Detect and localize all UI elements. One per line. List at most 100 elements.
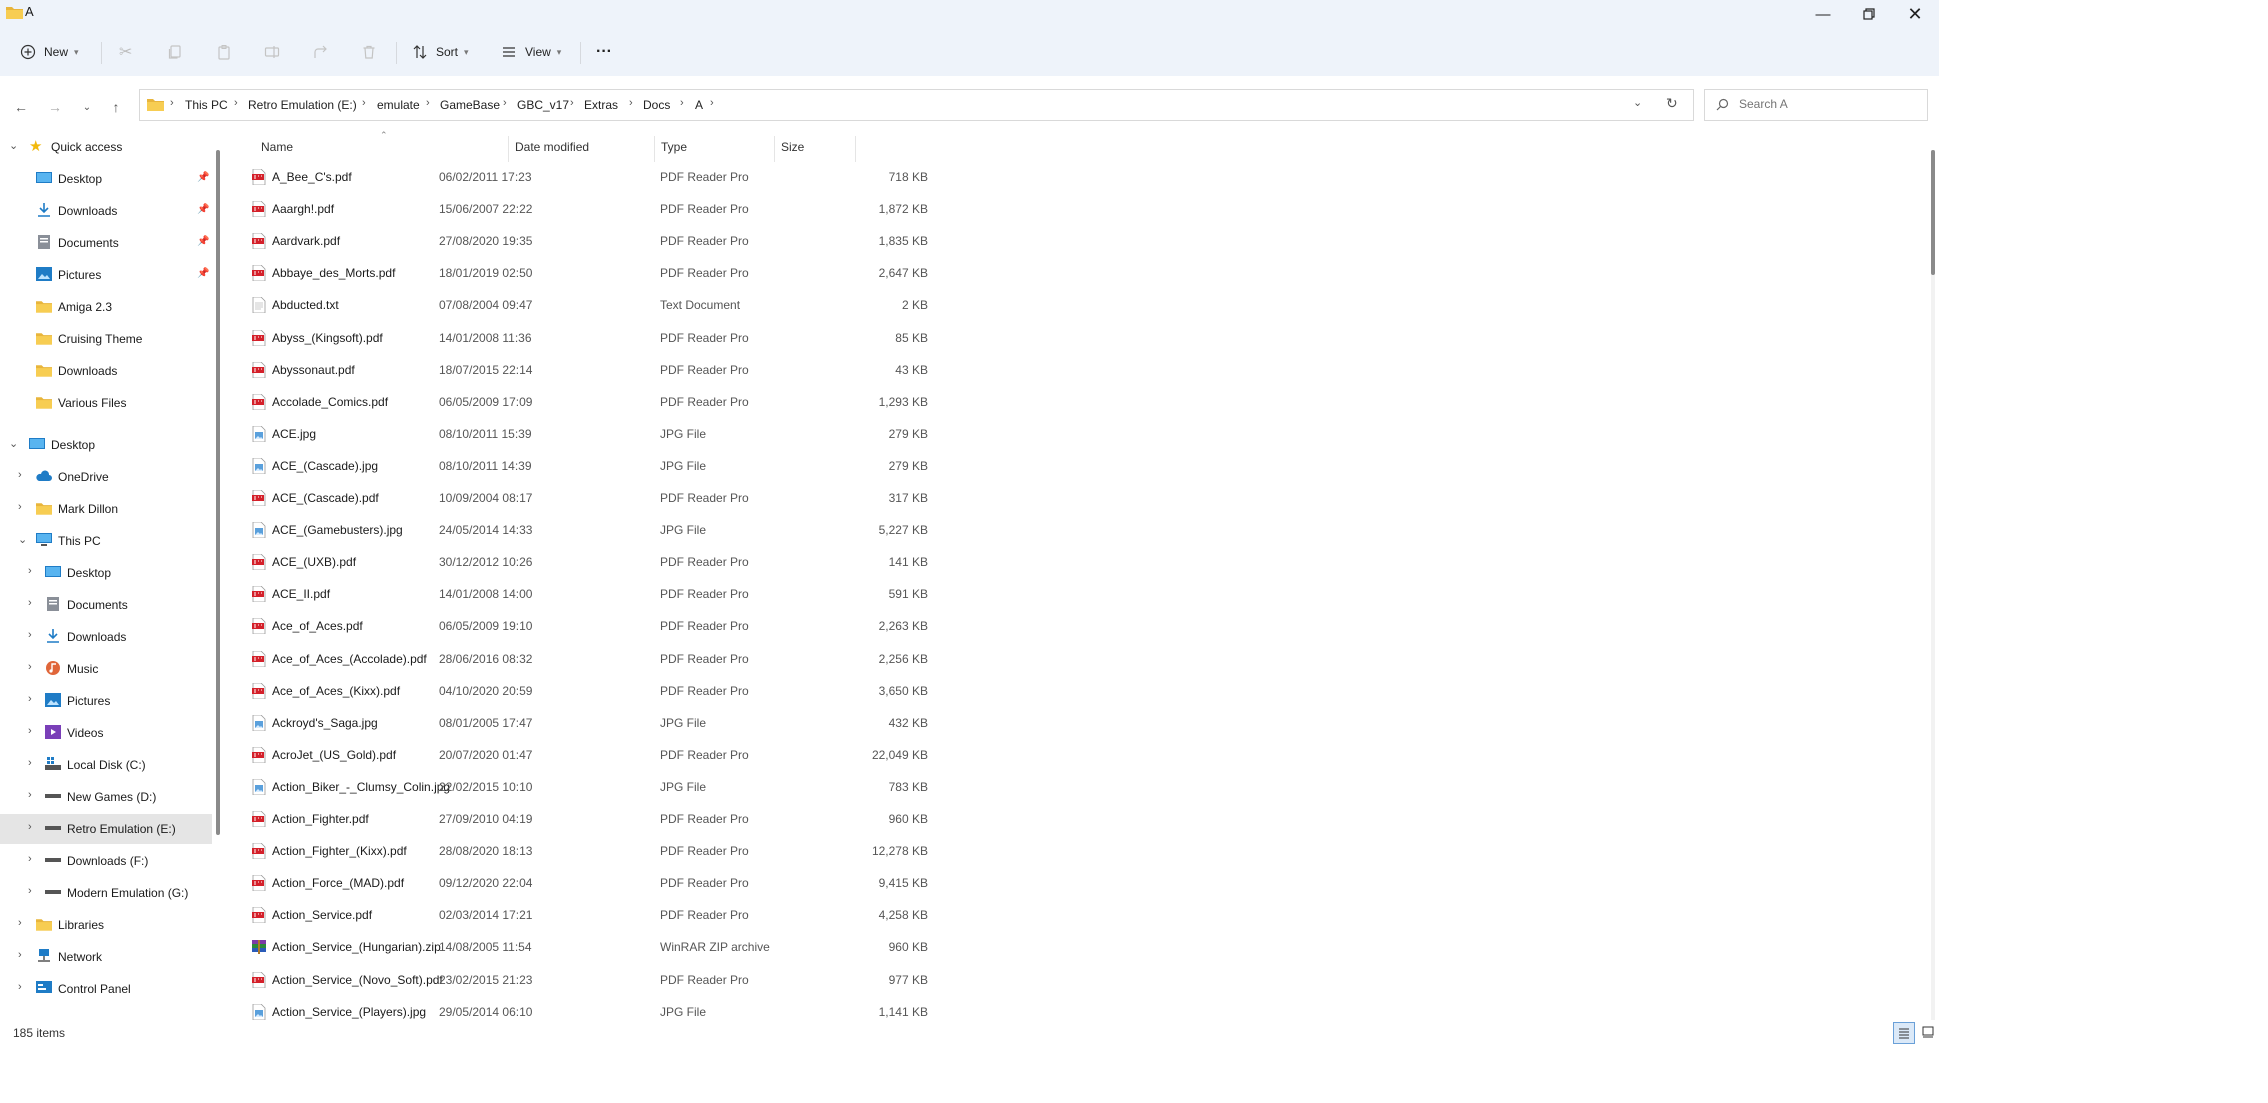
file-type: PDF Reader Pro bbox=[660, 908, 749, 923]
file-row[interactable]: ACE_(Gamebusters).jpg 24/05/2014 14:33 JPG… bbox=[245, 515, 1085, 545]
breadcrumb-emulate[interactable]: emulate bbox=[377, 98, 420, 112]
column-header-name[interactable]: Name bbox=[261, 140, 293, 154]
file-row[interactable]: Action_Service_(Novo_Soft).pdf 23/02/2015… bbox=[245, 965, 1085, 995]
file-row[interactable]: Aaargh!.pdf 15/06/2007 22:22 PDF Reader Pr… bbox=[245, 194, 1085, 224]
nav-pc-downloads[interactable]: › Downloads bbox=[0, 622, 212, 652]
file-row[interactable]: AcroJet_(US_Gold).pdf 20/07/2020 01:47 PDF… bbox=[245, 740, 1085, 770]
nav-pc-retro-emulation-e[interactable]: › Retro Emulation (E:) bbox=[0, 814, 212, 844]
file-row[interactable]: Abbaye_des_Morts.pdf 18/01/2019 02:50 PDF … bbox=[245, 258, 1085, 288]
nav-quick-downloads[interactable]: Downloads 📌 bbox=[0, 196, 212, 226]
large-icons-view-button[interactable] bbox=[1918, 1022, 1938, 1042]
breadcrumb-retro-emulation[interactable]: Retro Emulation (E:) bbox=[248, 98, 357, 112]
nav-user-folder[interactable]: › Mark Dillon bbox=[0, 494, 212, 524]
file-name: ACE_II.pdf bbox=[272, 587, 331, 602]
nav-pc-downloads-f[interactable]: › Downloads (F:) bbox=[0, 846, 212, 876]
nav-quick-amiga[interactable]: Amiga 2.3 bbox=[0, 292, 212, 322]
nav-desktop[interactable]: ⌄ Desktop bbox=[0, 430, 212, 460]
column-header-type[interactable]: Type bbox=[661, 140, 687, 154]
file-row[interactable]: Ace_of_Aces_(Kixx).pdf 04/10/2020 20:59 PD… bbox=[245, 676, 1085, 706]
file-row[interactable]: Accolade_Comics.pdf 06/05/2009 17:09 PDF R… bbox=[245, 387, 1085, 417]
column-header-date[interactable]: Date modified bbox=[515, 140, 589, 154]
breadcrumb-docs[interactable]: Docs bbox=[643, 98, 670, 112]
file-row[interactable]: Ace_of_Aces.pdf 06/05/2009 19:10 PDF Reade… bbox=[245, 611, 1085, 641]
tiles-view-icon bbox=[1922, 1026, 1934, 1038]
column-divider[interactable] bbox=[508, 136, 509, 162]
breadcrumb-gbc-v17[interactable]: GBC_v17 bbox=[517, 98, 569, 112]
sort-button[interactable]: Sort ▾ bbox=[412, 38, 469, 66]
details-view-button[interactable] bbox=[1893, 1022, 1915, 1044]
rename-button[interactable] bbox=[264, 38, 280, 66]
address-bar[interactable]: › This PC › Retro Emulation (E:) › emula… bbox=[139, 89, 1694, 121]
nav-pc-local-disk-c[interactable]: › Local Disk (C:) bbox=[0, 750, 212, 780]
refresh-button[interactable]: ↻ bbox=[1666, 95, 1678, 112]
file-row[interactable]: ACE_(Cascade).pdf 10/09/2004 08:17 PDF Rea… bbox=[245, 483, 1085, 513]
copy-button[interactable] bbox=[167, 38, 183, 66]
nav-libraries[interactable]: › Libraries bbox=[0, 910, 212, 940]
column-divider[interactable] bbox=[654, 136, 655, 162]
nav-this-pc[interactable]: ⌄ This PC bbox=[0, 526, 212, 556]
breadcrumb-gamebase[interactable]: GameBase bbox=[440, 98, 500, 112]
file-row[interactable]: Abducted.txt 07/08/2004 09:47 Text Documen… bbox=[245, 290, 1085, 320]
file-row[interactable]: Action_Biker_-_Clumsy_Colin.jpg 22/02/201… bbox=[245, 772, 1085, 802]
nav-pc-modern-emulation-g[interactable]: › Modern Emulation (G:) bbox=[0, 878, 212, 908]
delete-button[interactable] bbox=[361, 38, 377, 66]
file-row[interactable]: ACE_II.pdf 14/01/2008 14:00 PDF Reader Pro… bbox=[245, 579, 1085, 609]
nav-pc-music[interactable]: › Music bbox=[0, 654, 212, 684]
file-row[interactable]: Abyssonaut.pdf 18/07/2015 22:14 PDF Reader… bbox=[245, 355, 1085, 385]
nav-quick-various-files[interactable]: Various Files bbox=[0, 388, 212, 418]
file-row[interactable]: A_Bee_C's.pdf 06/02/2011 17:23 PDF Reader … bbox=[245, 162, 1085, 192]
file-row[interactable]: Action_Fighter_(Kixx).pdf 28/08/2020 18:1… bbox=[245, 836, 1085, 866]
nav-quick-desktop[interactable]: Desktop 📌 bbox=[0, 164, 212, 194]
forward-button[interactable]: → bbox=[44, 96, 66, 118]
nav-pc-new-games-d[interactable]: › New Games (D:) bbox=[0, 782, 212, 812]
nav-pc-desktop[interactable]: › Desktop bbox=[0, 558, 212, 588]
nav-scrollbar[interactable] bbox=[216, 150, 220, 835]
file-row[interactable]: Aardvark.pdf 27/08/2020 19:35 PDF Reader P… bbox=[245, 226, 1085, 256]
cut-button[interactable]: ✂ bbox=[119, 38, 132, 66]
nav-onedrive[interactable]: › OneDrive bbox=[0, 462, 212, 492]
nav-quick-cruising-theme[interactable]: Cruising Theme bbox=[0, 324, 212, 354]
maximize-button[interactable] bbox=[1846, 0, 1892, 28]
back-button[interactable]: ← bbox=[10, 96, 32, 118]
column-header-size[interactable]: Size bbox=[781, 140, 804, 154]
address-history-dropdown[interactable]: ⌄ bbox=[1633, 96, 1642, 109]
nav-quick-pictures[interactable]: Pictures 📌 bbox=[0, 260, 212, 290]
search-input[interactable] bbox=[1737, 96, 1921, 112]
file-row[interactable]: Action_Fighter.pdf 27/09/2010 04:19 PDF Re… bbox=[245, 804, 1085, 834]
new-button[interactable]: New ▾ bbox=[20, 38, 79, 66]
file-row[interactable]: Action_Service.pdf 02/03/2014 17:21 PDF Re… bbox=[245, 900, 1085, 930]
nav-control-panel[interactable]: › Control Panel bbox=[0, 974, 212, 1004]
file-row[interactable]: Action_Service_(Hungarian).zip 14/08/2005… bbox=[245, 932, 1085, 962]
minimize-button[interactable]: — bbox=[1800, 0, 1846, 28]
breadcrumb-a[interactable]: A bbox=[695, 98, 703, 112]
breadcrumb-this-pc[interactable]: This PC bbox=[185, 98, 228, 112]
nav-quick-downloads-folder[interactable]: Downloads bbox=[0, 356, 212, 386]
search-box[interactable] bbox=[1704, 89, 1928, 121]
nav-network[interactable]: › Network bbox=[0, 942, 212, 972]
file-row[interactable]: ACE.jpg 08/10/2011 15:39 JPG File 279 KB bbox=[245, 419, 1085, 449]
nav-pc-videos[interactable]: › Videos bbox=[0, 718, 212, 748]
breadcrumb-extras[interactable]: Extras bbox=[584, 98, 618, 112]
file-row[interactable]: ACE_(Cascade).jpg 08/10/2011 14:39 JPG Fil… bbox=[245, 451, 1085, 481]
column-divider[interactable] bbox=[855, 136, 856, 162]
close-button[interactable]: ✕ bbox=[1892, 0, 1938, 28]
column-divider[interactable] bbox=[774, 136, 775, 162]
paste-button[interactable] bbox=[216, 38, 232, 66]
recent-locations-button[interactable]: ⌄ bbox=[76, 96, 98, 118]
view-button[interactable]: View ▾ bbox=[501, 38, 561, 66]
file-row[interactable]: ACE_(UXB).pdf 30/12/2012 10:26 PDF Reader … bbox=[245, 547, 1085, 577]
up-button[interactable]: ↑ bbox=[105, 96, 127, 118]
nav-pc-pictures[interactable]: › Pictures bbox=[0, 686, 212, 716]
share-button[interactable] bbox=[313, 38, 329, 66]
file-list-scrollbar[interactable] bbox=[1931, 150, 1935, 275]
more-options-button[interactable]: ··· bbox=[596, 38, 612, 66]
file-row[interactable]: Abyss_(Kingsoft).pdf 14/01/2008 11:36 PDF … bbox=[245, 323, 1085, 353]
file-row[interactable]: Ackroyd's_Saga.jpg 08/01/2005 17:47 JPG Fi… bbox=[245, 708, 1085, 738]
nav-pc-documents[interactable]: › Documents bbox=[0, 590, 212, 620]
file-row[interactable]: Action_Force_(MAD).pdf 09/12/2020 22:04 PD… bbox=[245, 868, 1085, 898]
file-name: Abyssonaut.pdf bbox=[272, 362, 355, 377]
nav-quick-documents[interactable]: Documents 📌 bbox=[0, 228, 212, 258]
file-row[interactable]: Ace_of_Aces_(Accolade).pdf 28/06/2016 08:… bbox=[245, 644, 1085, 674]
file-list-scroll-track[interactable] bbox=[1931, 150, 1935, 1020]
nav-quick-access[interactable]: ⌄ ★ Quick access bbox=[0, 132, 212, 162]
